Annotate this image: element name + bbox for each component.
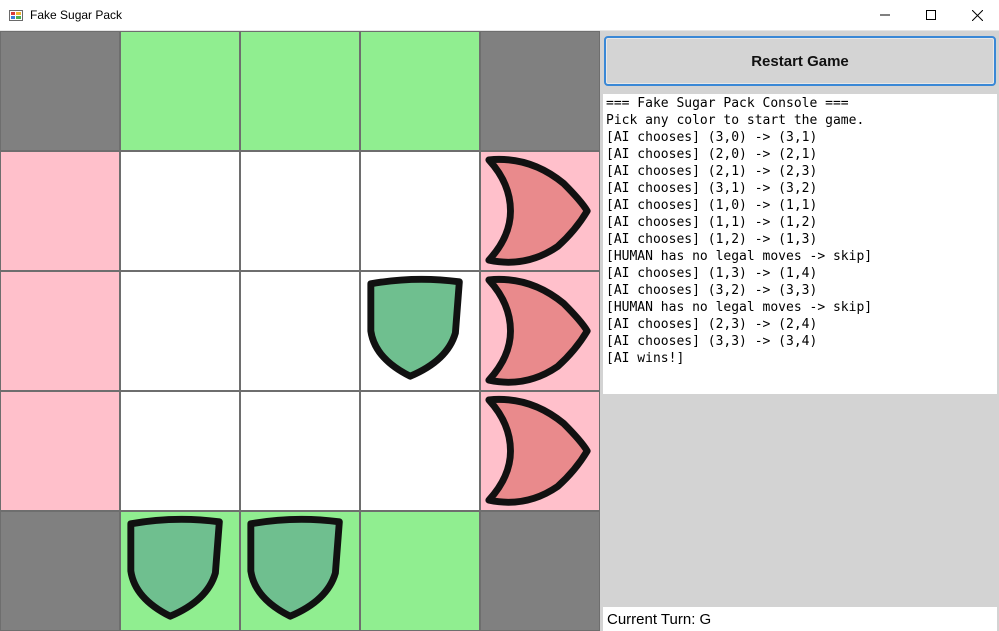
- board-cell-4-4[interactable]: [480, 511, 600, 631]
- green-shield-piece-icon[interactable]: [361, 272, 479, 390]
- console-line: [HUMAN has no legal moves -> skip]: [606, 249, 873, 264]
- board-cell-2-1[interactable]: [120, 271, 240, 391]
- console-line: [AI chooses] (1,0) -> (1,1): [606, 198, 818, 213]
- console-line: [AI chooses] (3,1) -> (3,2): [606, 181, 818, 196]
- minimize-button[interactable]: [862, 0, 908, 30]
- red-arrow-piece-icon[interactable]: [481, 272, 599, 390]
- board-cell-1-3[interactable]: [360, 151, 480, 271]
- console-line: Pick any color to start the game.: [606, 113, 865, 128]
- console-line: [HUMAN has no legal moves -> skip]: [606, 300, 873, 315]
- maximize-icon: [926, 10, 936, 20]
- console-line: [AI wins!]: [606, 351, 685, 366]
- minimize-icon: [880, 14, 890, 16]
- red-arrow-piece-icon[interactable]: [481, 392, 599, 510]
- board-cell-2-3[interactable]: [360, 271, 480, 391]
- green-shield-piece-icon[interactable]: [121, 512, 239, 630]
- board-cell-1-1[interactable]: [120, 151, 240, 271]
- board-cell-4-3[interactable]: [360, 511, 480, 631]
- game-board: [0, 31, 600, 631]
- green-shield-piece-icon[interactable]: [241, 512, 359, 630]
- console-line: [AI chooses] (2,3) -> (2,4): [606, 317, 818, 332]
- console-line: [AI chooses] (3,0) -> (3,1): [606, 130, 818, 145]
- board-cell-0-3[interactable]: [360, 31, 480, 151]
- board-cell-3-4[interactable]: [480, 391, 600, 511]
- board-cell-1-4[interactable]: [480, 151, 600, 271]
- board-cell-0-2[interactable]: [240, 31, 360, 151]
- board-cell-0-0[interactable]: [0, 31, 120, 151]
- console-line: [AI chooses] (3,2) -> (3,3): [606, 283, 818, 298]
- restart-game-button[interactable]: Restart Game: [604, 36, 996, 86]
- app-window: Fake Sugar Pack Restart Game === Fake Su…: [0, 0, 999, 631]
- console-line: [AI chooses] (1,3) -> (1,4): [606, 266, 818, 281]
- board-cell-1-2[interactable]: [240, 151, 360, 271]
- window-title: Fake Sugar Pack: [30, 8, 123, 22]
- game-console[interactable]: === Fake Sugar Pack Console === Pick any …: [603, 94, 997, 394]
- board-cell-2-2[interactable]: [240, 271, 360, 391]
- maximize-button[interactable]: [908, 0, 954, 30]
- console-line: [AI chooses] (2,1) -> (2,3): [606, 164, 818, 179]
- board-cell-3-1[interactable]: [120, 391, 240, 511]
- board-cell-4-1[interactable]: [120, 511, 240, 631]
- board-cell-3-3[interactable]: [360, 391, 480, 511]
- title-bar[interactable]: Fake Sugar Pack: [0, 0, 999, 31]
- current-turn-status: Current Turn: G: [603, 607, 997, 631]
- console-line: === Fake Sugar Pack Console ===: [606, 96, 849, 111]
- red-arrow-piece-icon[interactable]: [481, 152, 599, 270]
- board-cell-2-4[interactable]: [480, 271, 600, 391]
- close-icon: [971, 9, 983, 21]
- console-line: [AI chooses] (1,2) -> (1,3): [606, 232, 818, 247]
- board-cell-2-0[interactable]: [0, 271, 120, 391]
- board-cell-0-1[interactable]: [120, 31, 240, 151]
- board-cell-3-0[interactable]: [0, 391, 120, 511]
- board-cell-4-2[interactable]: [240, 511, 360, 631]
- console-line: [AI chooses] (3,3) -> (3,4): [606, 334, 818, 349]
- board-cell-4-0[interactable]: [0, 511, 120, 631]
- console-line: [AI chooses] (1,1) -> (1,2): [606, 215, 818, 230]
- close-button[interactable]: [954, 0, 999, 30]
- board-cell-0-4[interactable]: [480, 31, 600, 151]
- app-icon: [9, 10, 23, 21]
- board-cell-3-2[interactable]: [240, 391, 360, 511]
- console-line: [AI chooses] (2,0) -> (2,1): [606, 147, 818, 162]
- board-cell-1-0[interactable]: [0, 151, 120, 271]
